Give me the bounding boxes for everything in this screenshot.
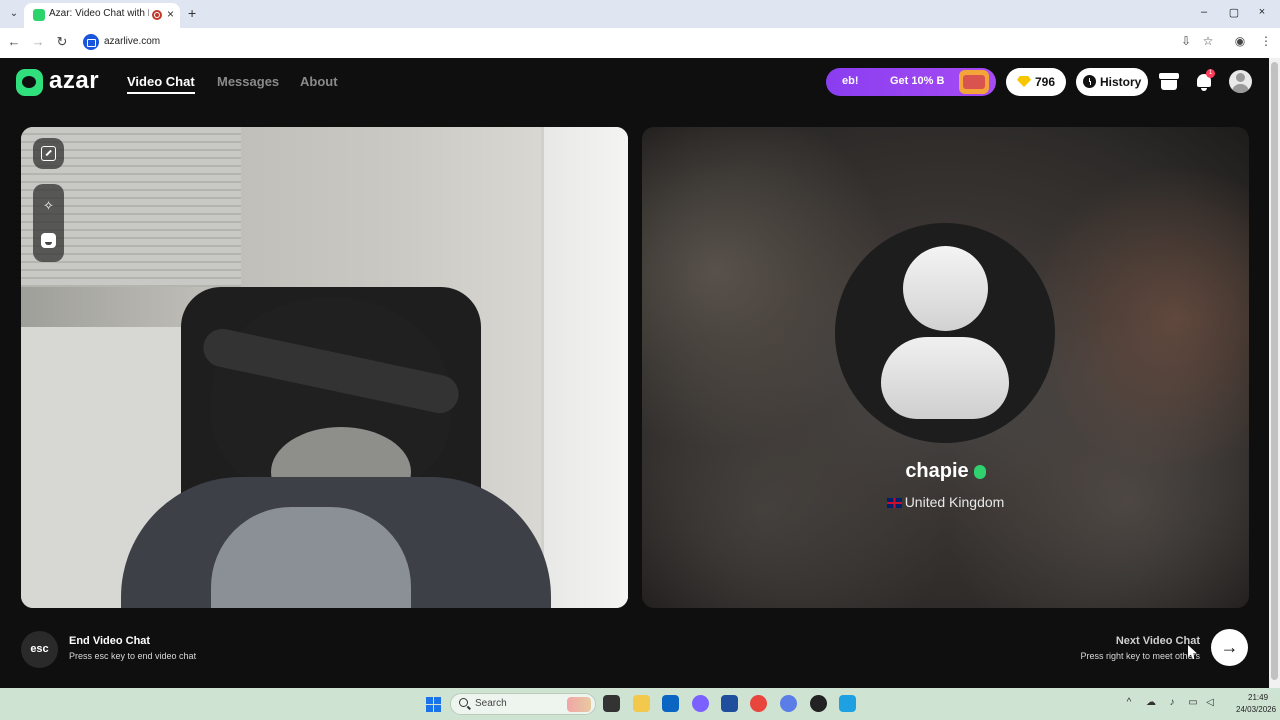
address-bar[interactable]: azarlive.com xyxy=(104,36,160,47)
azar-logo-text[interactable]: azar xyxy=(49,67,99,95)
tray-chevron-icon[interactable]: ^ xyxy=(1122,697,1136,708)
copilot-icon[interactable] xyxy=(692,695,709,712)
task-view-icon[interactable] xyxy=(603,695,620,712)
display-icon[interactable]: ▭ xyxy=(1186,697,1200,708)
promo-banner[interactable]: eb! Get 10% B xyxy=(826,68,996,96)
azar-logo-icon[interactable] xyxy=(16,69,43,96)
app-icon-a[interactable] xyxy=(780,695,797,712)
minimize-button[interactable]: – xyxy=(1196,6,1212,18)
close-window-button[interactable]: × xyxy=(1254,6,1270,18)
remote-username: chapie xyxy=(905,460,969,482)
next-chat-button[interactable]: → xyxy=(1211,629,1248,666)
remote-video-panel: chapie United Kingdom xyxy=(642,127,1249,608)
volume-icon[interactable]: ◁ xyxy=(1203,697,1217,708)
outlook-icon[interactable] xyxy=(662,695,679,712)
app-icon-c[interactable] xyxy=(839,695,856,712)
promo-text-left: eb! xyxy=(842,75,859,87)
remote-country-row: United Kingdom xyxy=(642,494,1249,510)
history-label: History xyxy=(1100,75,1142,89)
profile-icon[interactable]: ◉ xyxy=(1232,34,1248,48)
uk-flag-icon xyxy=(886,498,902,508)
chrome-icon[interactable] xyxy=(750,695,767,712)
site-info-icon[interactable] xyxy=(83,34,99,50)
azar-favicon-icon xyxy=(33,9,45,21)
remote-name-row: chapie xyxy=(642,460,1249,483)
expand-icon xyxy=(41,146,56,161)
gift-box-icon xyxy=(959,70,989,94)
gems-balance-button[interactable]: 796 xyxy=(1006,68,1066,96)
face-filter-icon xyxy=(41,233,56,248)
next-chat-hint: Press right key to meet others xyxy=(1080,651,1200,661)
local-video-panel: ✧ xyxy=(21,127,628,608)
page-scrollbar[interactable] xyxy=(1269,58,1280,688)
file-explorer-icon[interactable] xyxy=(633,695,650,712)
store-icon[interactable] xyxy=(1158,71,1180,93)
back-icon[interactable]: ← xyxy=(6,34,22,49)
search-placeholder: Search xyxy=(475,698,507,709)
gem-icon xyxy=(1017,76,1031,87)
scrollbar-thumb[interactable] xyxy=(1271,62,1278,680)
verified-badge-icon xyxy=(973,464,986,479)
camera-tools-group: ✧ xyxy=(33,184,64,262)
forward-icon[interactable]: → xyxy=(30,34,46,49)
user-avatar[interactable] xyxy=(1229,70,1252,93)
maximize-button[interactable]: ▢ xyxy=(1226,6,1242,19)
remote-avatar-icon xyxy=(835,223,1055,443)
taskbar-date[interactable]: 24/03/2026 xyxy=(1236,705,1276,714)
tab-close-icon[interactable]: × xyxy=(167,7,174,21)
tray-app-icon[interactable]: ☁ xyxy=(1144,697,1158,708)
search-highlight-icon xyxy=(567,697,591,712)
magic-wand-icon[interactable]: ✧ xyxy=(38,195,59,216)
new-tab-button[interactable]: + xyxy=(188,5,196,21)
taskbar-search[interactable]: Search xyxy=(450,693,596,715)
history-button[interactable]: History xyxy=(1076,68,1148,96)
remote-country: United Kingdom xyxy=(904,494,1005,510)
end-chat-title: End Video Chat xyxy=(69,635,151,647)
nav-video-chat[interactable]: Video Chat xyxy=(127,74,195,94)
face-filter-button[interactable] xyxy=(38,230,59,251)
store-app-icon[interactable] xyxy=(721,695,738,712)
azar-app: azar Video Chat Messages About eb! Get 1… xyxy=(0,58,1280,688)
search-icon xyxy=(459,698,468,707)
browser-tabstrip: ⌄ Azar: Video Chat with New × + – ▢ × xyxy=(0,0,1280,28)
browser-tab[interactable]: Azar: Video Chat with New × xyxy=(24,3,180,28)
bookmark-star-icon[interactable]: ☆ xyxy=(1200,34,1216,48)
microphone-icon[interactable]: ♪ xyxy=(1165,697,1179,708)
install-app-icon[interactable]: ⇩ xyxy=(1178,34,1194,48)
notification-badge: 1 xyxy=(1206,69,1215,78)
browser-toolbar: ← → ↻ azarlive.com ⇩ ☆ ◉ ⋮ xyxy=(0,28,1280,58)
expand-video-button[interactable] xyxy=(33,138,64,169)
taskbar-time[interactable]: 21:49 xyxy=(1248,693,1268,702)
promo-text-right: Get 10% B xyxy=(890,75,945,87)
tab-list-icon[interactable]: ⌄ xyxy=(6,6,22,22)
door xyxy=(541,127,628,608)
nav-messages[interactable]: Messages xyxy=(217,74,279,89)
recording-icon xyxy=(152,10,162,20)
windows-taskbar: Search ^ ☁ ♪ ▭ ◁ 21:49 24/03/2026 xyxy=(0,688,1280,720)
gems-count: 796 xyxy=(1035,75,1056,89)
app-icon-b[interactable] xyxy=(810,695,827,712)
end-chat-button[interactable]: esc xyxy=(21,631,58,668)
menu-kebab-icon[interactable]: ⋮ xyxy=(1258,34,1274,48)
reload-icon[interactable]: ↻ xyxy=(54,34,70,50)
clock-icon xyxy=(1083,75,1096,88)
tab-title: Azar: Video Chat with New xyxy=(49,8,149,19)
nav-about[interactable]: About xyxy=(300,74,338,89)
next-chat-title: Next Video Chat xyxy=(1115,635,1200,647)
end-chat-hint: Press esc key to end video chat xyxy=(69,651,197,661)
windows-start-icon[interactable] xyxy=(426,697,441,712)
